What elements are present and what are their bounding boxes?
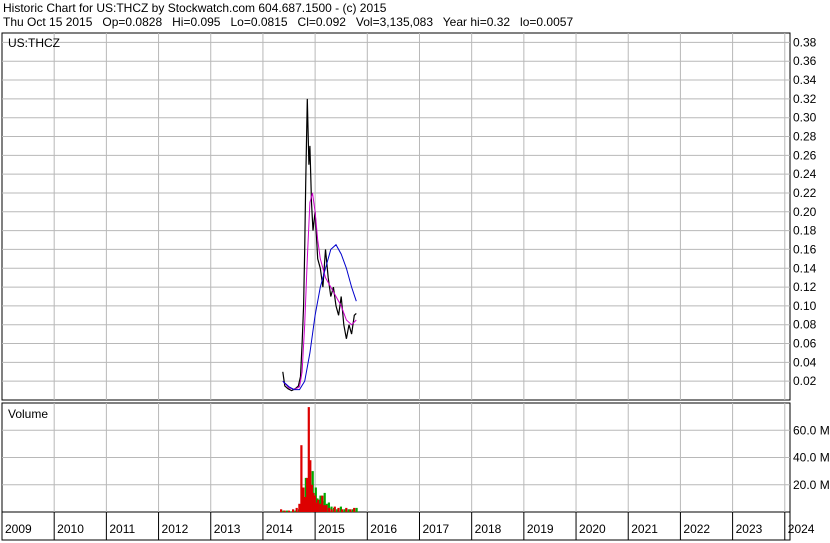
x-axis-year-label: 2013 (214, 522, 241, 536)
x-axis-year-label: 2018 (475, 522, 502, 536)
volume-bar-down (319, 503, 322, 512)
price-y-tick-label: 0.20 (793, 205, 817, 219)
price-y-tick-label: 0.22 (793, 186, 817, 200)
volume-bar-up (355, 507, 358, 512)
volume-bar-down (321, 495, 324, 512)
volume-y-tick-label: 60.0 M (793, 423, 830, 437)
volume-bar-down (325, 505, 328, 512)
x-axis-year-label: 2014 (266, 522, 293, 536)
volume-bar-down (302, 487, 305, 512)
volume-bar-down (317, 499, 320, 512)
price-y-tick-label: 0.16 (793, 242, 817, 256)
x-axis-year-label: 2020 (579, 522, 606, 536)
x-axis-year-label: 2012 (162, 522, 189, 536)
x-axis-year-label: 2015 (318, 522, 345, 536)
x-axis-year-label: 2023 (736, 522, 763, 536)
volume-bar-down (298, 503, 301, 512)
volume-bar-down (280, 509, 283, 512)
price-y-tick-label: 0.30 (793, 111, 817, 125)
volume-bar-down (295, 507, 298, 512)
x-axis-year-label: 2022 (683, 522, 710, 536)
price-panel-frame (1, 32, 791, 401)
price-y-tick-label: 0.10 (793, 299, 817, 313)
price-panel-title: US:THCZ (8, 36, 60, 50)
volume-bar-down (345, 507, 348, 512)
volume-bar-down (341, 509, 344, 512)
price-y-tick-label: 0.34 (793, 73, 817, 87)
volume-panel-title: Volume (8, 407, 48, 421)
volume-bar-down (337, 507, 340, 512)
volume-bar-down (328, 507, 331, 512)
volume-bar-down (300, 445, 303, 512)
x-axis-year-label: 2024 (788, 522, 815, 536)
volume-bar-down (292, 509, 295, 512)
x-axis-year-label: 2019 (527, 522, 554, 536)
price-y-tick-label: 0.08 (793, 318, 817, 332)
x-axis-year-label: 2017 (422, 522, 449, 536)
x-axis-year-label: 2009 (5, 522, 32, 536)
x-axis-year-label: 2021 (631, 522, 658, 536)
x-axis-year-label: 2010 (57, 522, 84, 536)
price-y-tick-label: 0.28 (793, 130, 817, 144)
volume-bar-down (287, 510, 290, 512)
volume-bar-down (333, 506, 336, 512)
price-y-tick-label: 0.32 (793, 92, 817, 106)
volume-bar-down (283, 510, 286, 512)
price-y-tick-label: 0.38 (793, 35, 817, 49)
volume-y-tick-label: 40.0 M (793, 451, 830, 465)
volume-bar-down (349, 509, 352, 512)
volume-bar-down (353, 507, 356, 512)
price-y-tick-label: 0.04 (793, 355, 817, 369)
price-y-tick-label: 0.12 (793, 280, 817, 294)
volume-y-tick-label: 20.0 M (793, 478, 830, 492)
price-y-tick-label: 0.26 (793, 148, 817, 162)
price-y-tick-label: 0.14 (793, 261, 817, 275)
price-y-tick-label: 0.24 (793, 167, 817, 181)
price-y-tick-label: 0.02 (793, 374, 817, 388)
x-axis-year-label: 2011 (109, 522, 135, 536)
x-axis-year-label: 2016 (370, 522, 397, 536)
price-y-tick-label: 0.36 (793, 54, 817, 68)
price-y-tick-label: 0.06 (793, 337, 817, 351)
volume-bar-down (330, 509, 333, 512)
price-y-tick-label: 0.18 (793, 224, 817, 238)
volume-bar-down (323, 505, 326, 512)
price-volume-chart: 0.02 0.04 0.06 0.08 0.10 0.12 0.14 0.16 0.18 0.20… (1, 32, 830, 541)
